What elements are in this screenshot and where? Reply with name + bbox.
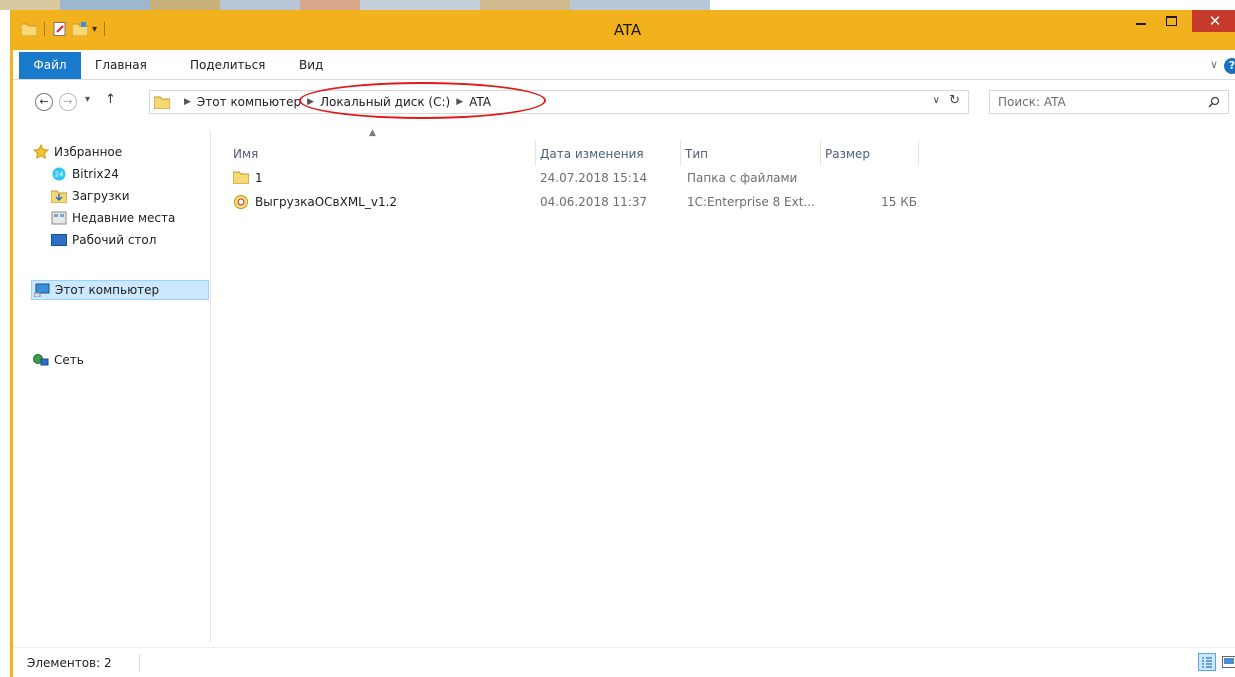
nav-favorites[interactable]: Избранное [33, 142, 122, 162]
address-bar[interactable]: ▶ Этот компьютер ▶ Локальный диск (C:) ▶… [149, 90, 969, 114]
file-date: 04.06.2018 11:37 [540, 195, 648, 209]
ribbon-tabs: Файл Главная Поделиться Вид ∨ ? [13, 52, 1235, 80]
tab-file[interactable]: Файл [19, 52, 81, 79]
search-box[interactable]: Поиск: ATA [989, 90, 1229, 114]
computer-icon [34, 282, 50, 298]
breadcrumb-ata[interactable]: ATA [469, 91, 491, 113]
recent-places-icon [51, 210, 67, 226]
navigation-row: ← → ▾ ↑ ▶ Этот компьютер ▶ Локальный дис… [13, 90, 1235, 116]
column-header-type[interactable]: Тип [681, 143, 819, 165]
explorer-window: ▾ ATA ✕ Файл Главная Поделиться Вид ∨ ? … [10, 10, 1235, 677]
star-icon [33, 144, 49, 160]
sort-ascending-icon: ▲ [369, 128, 376, 138]
folder-icon [154, 96, 170, 109]
column-header-date[interactable]: Дата изменения [536, 143, 679, 165]
desktop-icon [51, 232, 67, 248]
tab-share[interactable]: Поделиться [190, 52, 265, 79]
maximize-button[interactable] [1156, 10, 1186, 32]
title-bar[interactable]: ▾ ATA ✕ [13, 10, 1235, 50]
details-view-button[interactable] [1198, 653, 1216, 671]
nav-item-label: Bitrix24 [72, 167, 119, 181]
search-icon[interactable] [1208, 96, 1220, 108]
close-icon: ✕ [1208, 12, 1222, 30]
recent-locations-dropdown[interactable]: ▾ [85, 94, 90, 105]
breadcrumb: ▶ Этот компьютер ▶ Локальный диск (C:) ▶… [178, 91, 491, 113]
nav-network[interactable]: Сеть [33, 350, 84, 370]
file-name: 1 [255, 171, 263, 185]
tab-home[interactable]: Главная [95, 52, 147, 79]
status-divider [139, 654, 140, 672]
items-count: Элементов: 2 [27, 656, 112, 670]
file-name-cell: ВыгрузкаОСвXML_v1.2 [233, 191, 397, 213]
downloads-folder-icon [51, 188, 67, 204]
nav-item-label: Загрузки [72, 189, 130, 203]
network-icon [33, 352, 49, 368]
address-history-dropdown[interactable]: ∨ [933, 95, 940, 106]
maximize-icon [1165, 16, 1177, 26]
column-header-name[interactable]: Имя [229, 143, 534, 165]
file-size: 15 КБ [881, 195, 917, 209]
bitrix24-icon: 24 [51, 166, 67, 182]
search-placeholder: Поиск: ATA [998, 95, 1066, 109]
forward-button[interactable]: → [59, 93, 77, 111]
file-row[interactable]: ВыгрузкаОСвXML_v1.2 04.06.2018 11:37 1C:… [225, 191, 925, 213]
file-type: Папка с файлами [687, 171, 798, 185]
up-button[interactable]: ↑ [105, 92, 116, 107]
breadcrumb-local-disk[interactable]: Локальный диск (C:) [320, 91, 450, 113]
file-type: 1C:Enterprise 8 Ext... [687, 195, 815, 209]
nav-item-label: Рабочий стол [72, 233, 157, 247]
nav-item-desktop[interactable]: Рабочий стол [51, 230, 156, 250]
window-title: ATA [613, 21, 642, 39]
minimize-icon [1136, 23, 1146, 25]
nav-item-label: Недавние места [72, 211, 176, 225]
file-date: 24.07.2018 15:14 [540, 171, 648, 185]
refresh-icon[interactable]: ↻ [949, 93, 960, 108]
file-name: ВыгрузкаОСвXML_v1.2 [255, 195, 398, 209]
nav-network-label: Сеть [54, 353, 84, 367]
nav-this-pc[interactable]: Этот компьютер [31, 280, 209, 300]
tab-view[interactable]: Вид [299, 52, 323, 79]
nav-favorites-label: Избранное [54, 145, 123, 159]
large-icons-view-button[interactable] [1220, 653, 1235, 671]
column-divider[interactable] [918, 140, 919, 166]
nav-item-downloads[interactable]: Загрузки [51, 186, 130, 206]
file-size [855, 167, 917, 189]
nav-this-pc-label: Этот компьютер [55, 283, 160, 297]
expand-ribbon-chevron-icon[interactable]: ∨ [1210, 58, 1218, 71]
svg-text:24: 24 [55, 171, 64, 179]
folder-icon [233, 170, 249, 186]
back-button[interactable]: ← [35, 93, 53, 111]
column-header-size[interactable]: Размер [821, 143, 917, 165]
nav-item-recent[interactable]: Недавние места [51, 208, 175, 228]
file-name-cell: 1 [233, 167, 263, 189]
large-icons-view-icon [1222, 656, 1235, 668]
details-view-icon [1202, 657, 1212, 668]
chevron-right-icon[interactable]: ▶ [184, 91, 191, 113]
file-row[interactable]: 1 24.07.2018 15:14 Папка с файлами [225, 167, 925, 189]
close-button[interactable]: ✕ [1192, 10, 1235, 32]
minimize-button[interactable] [1126, 10, 1156, 32]
1c-file-icon [233, 194, 249, 210]
nav-item-bitrix24[interactable]: 24 Bitrix24 [51, 164, 119, 184]
help-icon[interactable]: ? [1224, 58, 1235, 74]
breadcrumb-this-pc[interactable]: Этот компьютер [197, 91, 301, 113]
chevron-right-icon[interactable]: ▶ [307, 91, 314, 113]
background-strip [0, 0, 1235, 10]
chevron-right-icon[interactable]: ▶ [456, 91, 463, 113]
status-bar: Элементов: 2 [13, 647, 1235, 677]
navigation-pane: Избранное 24 Bitrix24 Загрузки Недавние … [13, 130, 211, 642]
